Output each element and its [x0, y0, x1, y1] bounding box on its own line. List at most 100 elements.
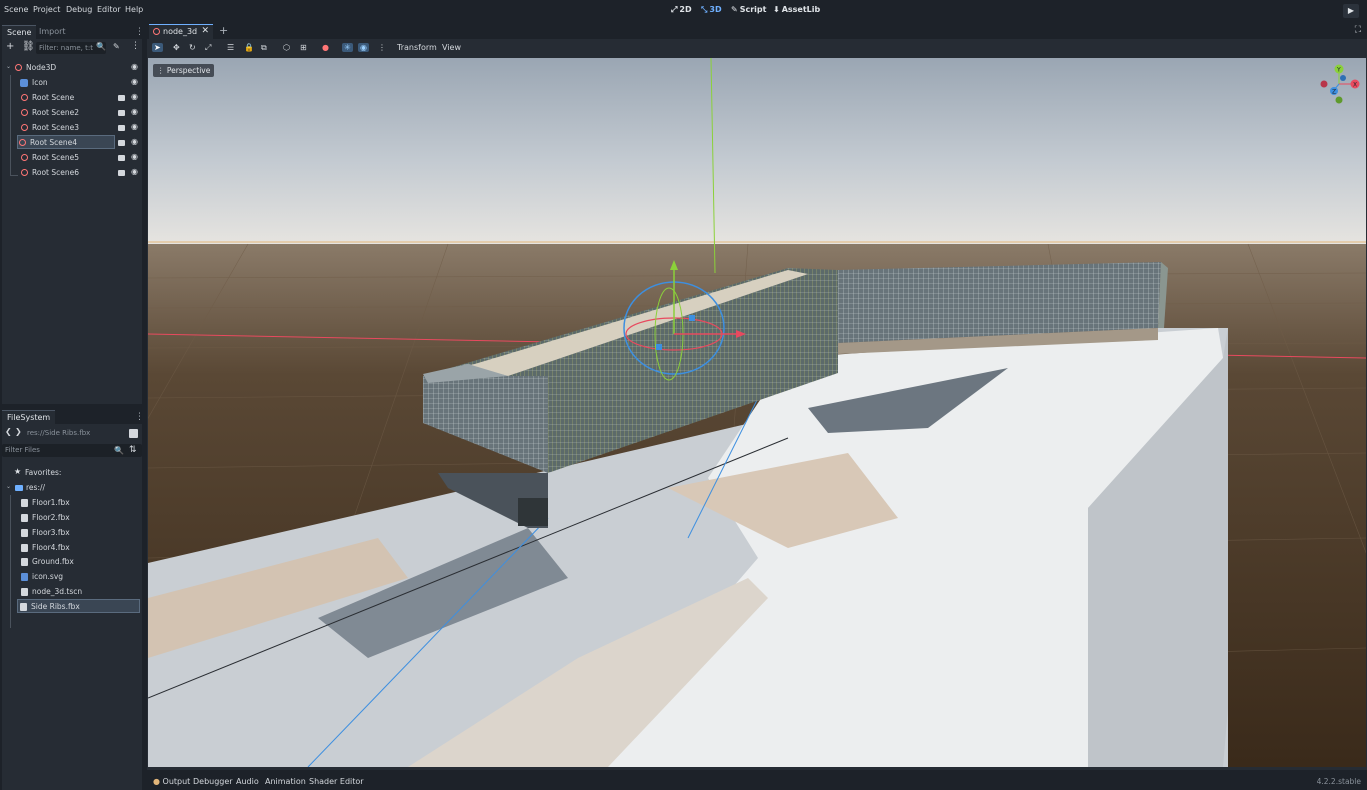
tab-output[interactable]: ● Output: [153, 777, 190, 786]
group-icon[interactable]: ⧉: [261, 43, 267, 53]
tree-item-root-scene5[interactable]: Root Scene5 ◉: [4, 151, 142, 165]
menu-project[interactable]: Project: [33, 5, 60, 14]
list-select-icon[interactable]: ☰: [227, 43, 234, 52]
tree-item-root-scene2[interactable]: Root Scene2 ◉: [4, 106, 142, 120]
select-tool-icon[interactable]: ➤: [152, 43, 163, 52]
tab-scene[interactable]: Scene: [2, 25, 37, 39]
favorites-row[interactable]: ★ Favorites:: [4, 466, 142, 480]
tab-debugger[interactable]: Debugger: [193, 777, 233, 786]
visibility-eye-icon[interactable]: ◉: [131, 167, 138, 176]
open-scene-icon[interactable]: [118, 140, 125, 146]
file-icon: [21, 558, 28, 566]
file-row[interactable]: Floor2.fbx: [4, 511, 142, 525]
tree-item-root-scene6[interactable]: Root Scene6 ◉: [4, 166, 142, 180]
close-icon[interactable]: ✕: [201, 26, 209, 36]
filesystem-menu-icon[interactable]: ⋮: [135, 412, 144, 422]
workspace-script-button[interactable]: ✎ Script: [731, 5, 766, 14]
visibility-eye-icon[interactable]: ◉: [131, 92, 138, 101]
tree-item-root-scene3[interactable]: Root Scene3 ◉: [4, 121, 142, 135]
tree-item-icon[interactable]: Icon ◉: [4, 76, 142, 90]
tree-item-root-scene4[interactable]: Root Scene4: [17, 135, 115, 149]
bottom-panel-bar: ● Output Debugger Audio Animation Shader…: [147, 772, 1367, 790]
rotate-tool-icon[interactable]: ↻: [189, 43, 196, 52]
workspace-3d-label: 3D: [709, 5, 722, 14]
link-icon[interactable]: ⛓: [22, 41, 35, 52]
gizmo-z-label: Z: [1332, 89, 1336, 96]
output-label: Output: [162, 777, 191, 786]
menu-help[interactable]: Help: [125, 5, 143, 14]
camera-preview-icon[interactable]: ●: [322, 43, 329, 52]
split-mode-icon[interactable]: [129, 429, 138, 438]
menu-bar: Scene Project Debug Editor Help ⤢ 2D ⤡ 3D …: [0, 0, 1367, 22]
visibility-eye-icon[interactable]: ◉: [131, 152, 138, 161]
open-scene-icon[interactable]: [118, 110, 125, 116]
tab-audio[interactable]: Audio: [236, 777, 259, 786]
file-row[interactable]: Floor1.fbx: [4, 496, 142, 510]
tree-item-node3d[interactable]: ⌄ Node3D ◉: [4, 61, 142, 75]
file-label: Floor3.fbx: [32, 528, 70, 537]
menu-scene[interactable]: Scene: [4, 5, 28, 14]
open-scene-icon[interactable]: [118, 155, 125, 161]
editor-main: node_3d ✕ + ⛶ ➤ ✥ ↻ ⤢ ☰ 🔒 ⧉ ⬡ ⊞ ● ✳ ◉ ⋮ …: [147, 22, 1367, 770]
script-attach-icon[interactable]: ✎: [113, 42, 120, 51]
menu-editor[interactable]: Editor: [97, 5, 121, 14]
sort-icon[interactable]: ⇅: [129, 445, 137, 455]
open-scene-icon[interactable]: [118, 170, 125, 176]
toolbar-menu-icon[interactable]: ⋮: [378, 43, 386, 52]
folder-icon: [15, 485, 23, 491]
back-icon[interactable]: ❮: [5, 427, 12, 436]
play-button[interactable]: ▶: [1343, 4, 1359, 18]
add-tab-icon[interactable]: +: [219, 24, 228, 37]
lock-icon[interactable]: 🔒: [244, 43, 254, 52]
file-row-selected[interactable]: Side Ribs.fbx: [17, 599, 140, 613]
scene-menu-icon[interactable]: ⋮: [131, 41, 140, 51]
menu-debug[interactable]: Debug: [66, 5, 92, 14]
view-menu[interactable]: View: [442, 43, 461, 52]
forward-icon[interactable]: ❯: [15, 427, 22, 436]
local-space-icon[interactable]: ⬡: [283, 43, 290, 52]
sun-preview-icon[interactable]: ✳: [342, 43, 353, 52]
visibility-eye-icon[interactable]: ◉: [131, 62, 138, 71]
workspace-3d-button[interactable]: ⤡ 3D: [701, 5, 722, 15]
filesystem-dock-tabs: FileSystem ⋮: [0, 409, 145, 424]
visibility-eye-icon[interactable]: ◉: [131, 122, 138, 131]
tab-import[interactable]: Import: [34, 25, 71, 39]
distraction-free-icon[interactable]: ⛶: [1355, 25, 1361, 35]
visibility-eye-icon[interactable]: ◉: [131, 107, 138, 116]
snap-icon[interactable]: ⊞: [300, 43, 307, 52]
file-row[interactable]: Ground.fbx: [4, 555, 142, 569]
file-row[interactable]: icon.svg: [4, 570, 142, 584]
3d-viewport[interactable]: Y X Z ⋮ Perspective: [148, 58, 1366, 767]
left-dock: Scene Import ⋮ + ⛓ Filter: name, t:t 🔍 ✎…: [0, 22, 145, 790]
perspective-label: Perspective: [166, 66, 211, 75]
workspace-2d-button[interactable]: ⤢ 2D: [671, 5, 692, 15]
res-folder-row[interactable]: ⌄ res://: [4, 481, 142, 495]
tab-animation[interactable]: Animation: [265, 777, 306, 786]
perspective-menu-button[interactable]: ⋮ Perspective: [153, 64, 215, 77]
chevron-down-icon[interactable]: ⌄: [6, 63, 11, 70]
scene-filter-placeholder: Filter: name, t:t: [39, 44, 93, 52]
file-row[interactable]: Floor4.fbx: [4, 541, 142, 555]
file-row[interactable]: node_3d.tscn: [4, 585, 142, 599]
workspace-assetlib-button[interactable]: ⬇ AssetLib: [773, 5, 820, 14]
transform-menu[interactable]: Transform: [397, 43, 437, 52]
visibility-eye-icon[interactable]: ◉: [131, 77, 138, 86]
chevron-down-icon[interactable]: ⌄: [6, 483, 11, 490]
tab-shader-editor[interactable]: Shader Editor: [309, 777, 364, 786]
visibility-eye-icon[interactable]: ◉: [131, 137, 138, 146]
add-node-icon[interactable]: +: [6, 41, 14, 52]
open-scene-icon[interactable]: [118, 95, 125, 101]
tab-filesystem[interactable]: FileSystem: [2, 410, 56, 424]
tree-item-root-scene[interactable]: Root Scene ◉: [4, 91, 142, 105]
open-scene-icon[interactable]: [118, 125, 125, 131]
path-field[interactable]: res://Side Ribs.fbx: [24, 427, 124, 439]
move-tool-icon[interactable]: ✥: [173, 43, 180, 52]
environment-preview-icon[interactable]: ◉: [358, 43, 369, 52]
scene-dock-menu-icon[interactable]: ⋮: [135, 27, 144, 37]
scale-tool-icon[interactable]: ⤢: [205, 43, 211, 53]
node3d-icon: [21, 94, 28, 101]
file-row[interactable]: Floor3.fbx: [4, 526, 142, 540]
scene-tab-node-3d[interactable]: node_3d ✕: [149, 24, 213, 39]
2d-icon: ⤢: [671, 5, 678, 14]
search-icon: 🔍: [96, 42, 106, 51]
